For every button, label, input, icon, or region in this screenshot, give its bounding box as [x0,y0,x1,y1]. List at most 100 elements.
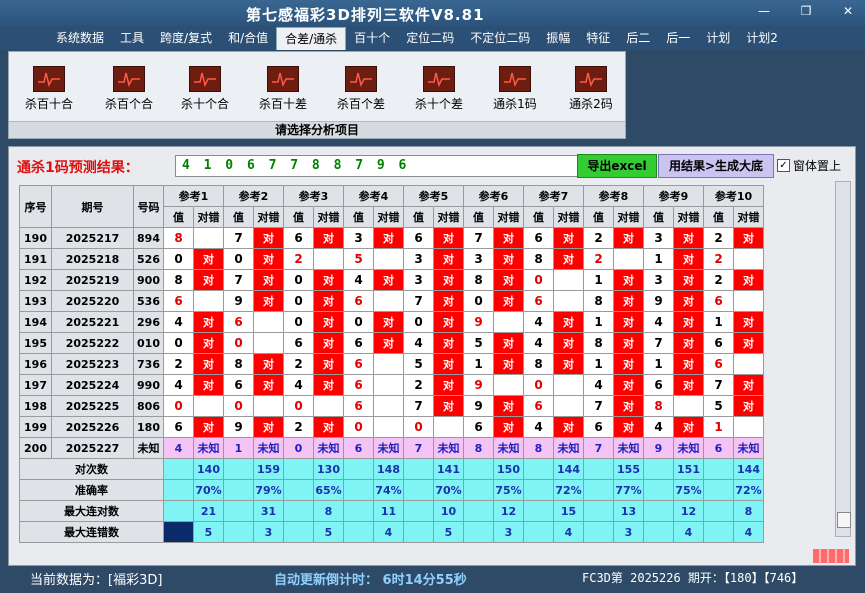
ribbon-button[interactable]: 通杀1码 [479,66,551,112]
cell-hit: 对 [613,374,644,396]
cell-hit: 对 [313,353,344,375]
chart-icon [267,66,299,92]
cell-miss [373,374,404,396]
cell-value: 1 [643,353,674,375]
cell-value: 0 [343,311,374,333]
menu-item[interactable]: 定位二码 [398,27,462,49]
menu-item[interactable]: 跨度/复式 [152,27,220,49]
cell-hit: 对 [673,353,704,375]
scroll-thumb[interactable] [837,512,851,528]
cell-unknown: 未知 [253,437,284,459]
ribbon-button[interactable]: 杀十个差 [403,66,475,112]
cell-hit: 对 [553,227,584,249]
chart-icon [189,66,221,92]
cell-hit: 对 [313,311,344,333]
menu-item[interactable]: 合差/通杀 [276,27,347,50]
cell-value: 6 [283,227,314,249]
menu-item[interactable]: 和/合值 [220,27,276,49]
cell-hit: 对 [193,311,224,333]
cell-hit: 对 [193,416,224,438]
cell-value: 0 [523,374,554,396]
cell-value: 4 [403,332,434,354]
menu-item[interactable]: 不定位二码 [462,27,538,49]
maximize-button[interactable]: ❐ [795,4,817,18]
prediction-output[interactable]: 4 1 0 6 7 7 8 8 7 9 6 [175,155,583,177]
cell-unknown: 未知 [313,437,344,459]
vertical-scrollbar[interactable] [835,181,851,537]
cell-miss [373,248,404,270]
cell-unknown: 未知 [553,437,584,459]
cell-value: 5 [403,353,434,375]
cell-miss [493,374,524,396]
ribbon-button[interactable]: 通杀2码 [555,66,627,112]
stat-label: 对次数 [19,458,164,480]
menu-item[interactable]: 振幅 [538,27,578,49]
menu-item[interactable]: 百十个 [346,27,398,49]
cell-value: 8 [523,353,554,375]
cell-hit: 对 [313,227,344,249]
chart-icon [33,66,65,92]
cell-value: 1 [703,311,734,333]
ribbon-button[interactable]: 杀十个合 [169,66,241,112]
cell-value: 5 [463,332,494,354]
menu-item[interactable]: 计划 [698,27,738,49]
stat-value: 13 [613,500,644,522]
stat-value: 3 [253,521,284,543]
stat-value: 74% [373,479,404,501]
menu-item[interactable]: 后一 [658,27,698,49]
stat-blank [163,521,194,543]
menu-item[interactable]: 特征 [578,27,618,49]
table-row: 197 2025224 990 4 对 6 对 4 对 6 2 对 9 0 4 对 6 对 7 对 [19,374,764,396]
cell-code: 010 [133,332,164,354]
stat-value: 4 [373,521,404,543]
cell-value: 4 [643,311,674,333]
menu-item[interactable]: 工具 [112,27,152,49]
cell-unknown: 未知 [193,437,224,459]
cell-value: 0 [223,395,254,417]
cell-value: 0 [463,290,494,312]
stat-value: 72% [733,479,764,501]
cell-value: 4 [523,416,554,438]
subheader-value: 值 [283,206,314,228]
stat-blank [703,521,734,543]
cell-code: 736 [133,353,164,375]
cell-hit: 对 [673,227,704,249]
table-row: 194 2025221 296 4 对 6 0 对 0 对 0 对 9 4 对 1 对 4 对 1 对 [19,311,764,333]
menu-item[interactable]: 系统数据 [48,27,112,49]
stat-blank [643,458,674,480]
menu-item[interactable]: 计划2 [738,27,786,49]
stat-value: 79% [253,479,284,501]
stat-blank [643,500,674,522]
cell-issue: 2025227 [51,437,134,459]
cell-unknown: 未知 [493,437,524,459]
cell-value: 8 [163,227,194,249]
ribbon-button[interactable]: 杀百个差 [325,66,397,112]
close-button[interactable]: ✕ [837,4,859,18]
minimize-button[interactable]: — [753,4,775,18]
current-data-label: 当前数据为：[福彩3D] [30,573,163,588]
cell-hit: 对 [373,227,404,249]
export-excel-button[interactable]: 导出excel [577,154,657,178]
ribbon-button-label: 杀百十合 [24,97,73,111]
menu-items: 系统数据 工具 跨度/复式 和/合值 合差/通杀 百十个 定位二码 不定位二码 振幅 特征 后二 后一… [48,26,786,50]
stat-blank [343,521,374,543]
menu-item[interactable]: 后二 [618,27,658,49]
table-row: 198 2025225 806 0 0 0 6 7 对 9 对 6 7 对 8 5 对 [19,395,764,417]
stat-blank [283,479,314,501]
ribbon-button[interactable]: 杀百十差 [247,66,319,112]
cell-hit: 对 [253,248,284,270]
cell-hit: 对 [673,416,704,438]
cell-hit: 对 [733,311,764,333]
header-seq: 序号 [19,185,52,228]
topmost-checkbox[interactable]: ✓ [777,159,790,172]
cell-miss [253,311,284,333]
topmost-toggle[interactable]: ✓ 窗体置上 [777,157,841,174]
ribbon-button[interactable]: 杀百个合 [93,66,165,112]
ribbon-button[interactable]: 杀百十合 [13,66,85,112]
generate-base-button[interactable]: 用结果>生成大底 [658,154,774,178]
cell-seq: 200 [19,437,52,459]
stat-blank [463,521,494,543]
cell-value: 6 [583,416,614,438]
cell-hit: 对 [433,395,464,417]
cell-miss [373,416,404,438]
